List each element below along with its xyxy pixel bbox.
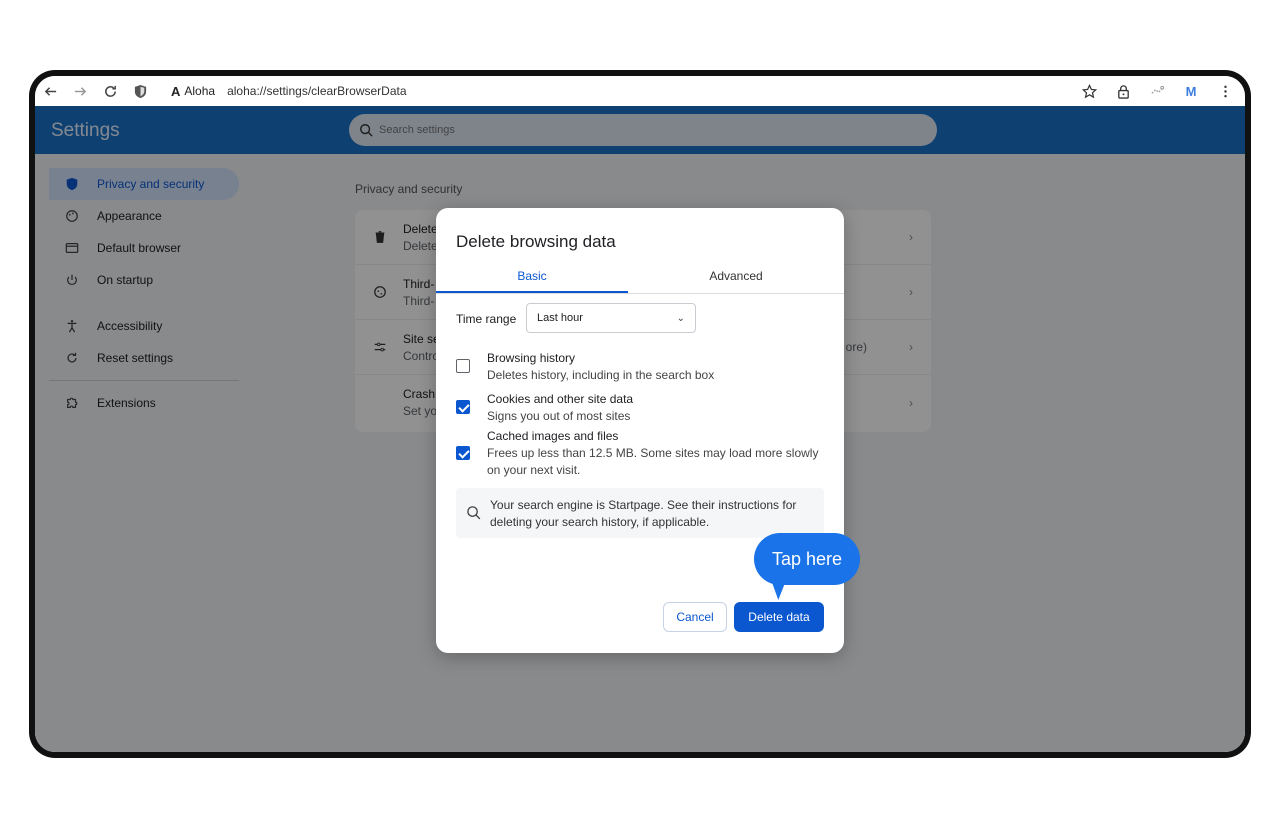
- browsing-history-checkbox[interactable]: [456, 359, 470, 373]
- site-chip-label: Aloha: [184, 84, 216, 98]
- browser-screen: A Aloha aloha://settings/clearBrowserDat…: [35, 76, 1245, 752]
- option-title: Browsing history: [487, 351, 576, 365]
- tap-here-callout: Tap here: [754, 533, 860, 585]
- profile-avatar[interactable]: M: [1177, 76, 1205, 106]
- option-subtitle: Signs you out of most sites: [487, 409, 631, 423]
- time-range-select[interactable]: Last hour ⌄: [526, 303, 696, 333]
- delete-data-button[interactable]: Delete data: [734, 602, 824, 632]
- vpn-icon[interactable]: [1143, 76, 1171, 106]
- shield-icon[interactable]: [125, 76, 155, 106]
- toolbar-actions: M: [1075, 76, 1239, 106]
- cancel-button[interactable]: Cancel: [663, 602, 727, 632]
- search-engine-notice: Your search engine is Startpage. See the…: [456, 488, 824, 538]
- back-arrow-icon[interactable]: [35, 76, 65, 106]
- lock-icon[interactable]: [1109, 76, 1137, 106]
- more-menu-icon[interactable]: [1211, 76, 1239, 106]
- reload-icon[interactable]: [95, 76, 125, 106]
- address-bar[interactable]: A Aloha aloha://settings/clearBrowserDat…: [165, 78, 1085, 104]
- search-icon: [467, 506, 481, 520]
- site-chip[interactable]: A Aloha: [165, 80, 221, 102]
- forward-arrow-icon[interactable]: [65, 76, 95, 106]
- dialog-tabs: Basic Advanced: [436, 262, 844, 294]
- option-title: Cookies and other site data: [487, 392, 634, 406]
- time-range-label: Time range: [456, 312, 517, 326]
- option-subtitle: Frees up less than 12.5 MB. Some sites m…: [487, 446, 819, 477]
- cookies-checkbox[interactable]: [456, 400, 470, 414]
- option-title: Cached images and files: [487, 429, 619, 443]
- bookmark-star-icon[interactable]: [1075, 76, 1103, 106]
- tab-advanced[interactable]: Advanced: [628, 262, 844, 293]
- notice-text: Your search engine is Startpage. See the…: [490, 498, 797, 529]
- option-subtitle: Deletes history, including in the search…: [487, 368, 715, 382]
- cached-images-checkbox[interactable]: [456, 446, 470, 460]
- aloha-logo-icon: A: [171, 83, 181, 99]
- chevron-down-icon: ⌄: [676, 312, 685, 324]
- time-range-value: Last hour: [537, 312, 583, 324]
- dialog-title: Delete browsing data: [456, 232, 616, 251]
- tab-basic[interactable]: Basic: [436, 262, 628, 293]
- browser-toolbar: A Aloha aloha://settings/clearBrowserDat…: [35, 76, 1245, 106]
- url-text[interactable]: aloha://settings/clearBrowserData: [227, 84, 406, 98]
